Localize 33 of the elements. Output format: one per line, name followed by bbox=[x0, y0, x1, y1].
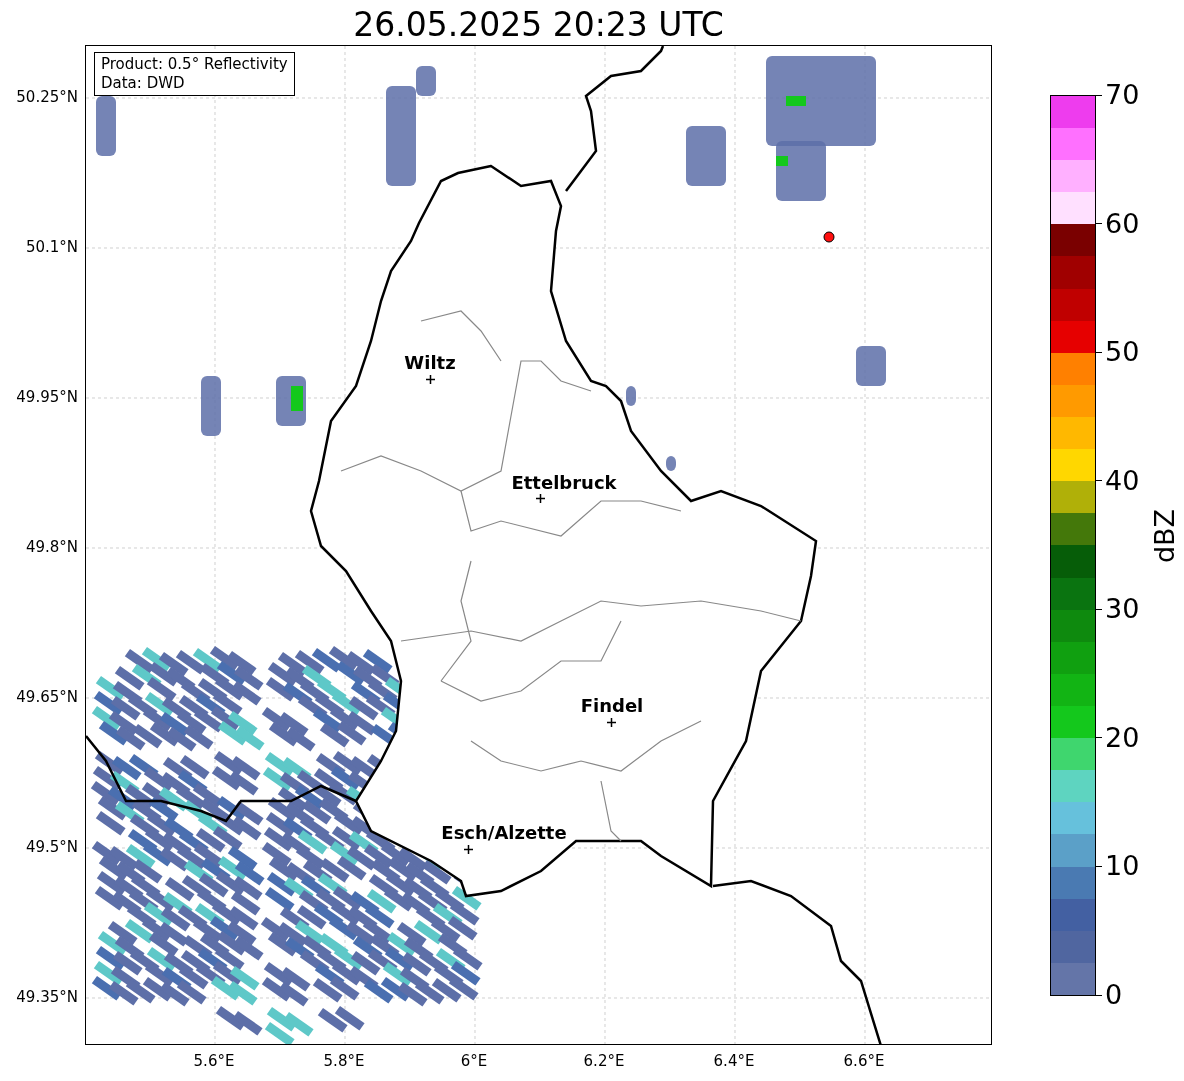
longitude-label: 6°E bbox=[459, 1052, 489, 1070]
latitude-label: 49.95°N bbox=[15, 388, 78, 406]
latitude-label: 49.35°N bbox=[15, 988, 78, 1006]
city-marker-icon bbox=[607, 718, 616, 727]
city-marker-icon bbox=[536, 494, 545, 503]
city-label: Findel bbox=[580, 696, 644, 716]
longitude-label: 5.6°E bbox=[192, 1052, 236, 1070]
colorbar-tick-label: 70 bbox=[1105, 80, 1140, 110]
colorbar-tick-label: 40 bbox=[1105, 465, 1140, 496]
info-text: Product: 0.5° Reflectivity bbox=[101, 55, 288, 74]
city-marker-icon bbox=[426, 375, 435, 384]
colorbar-tick-label: 10 bbox=[1105, 851, 1140, 882]
info-text: Data: DWD bbox=[101, 74, 186, 93]
latitude-label: 49.5°N bbox=[24, 838, 78, 856]
city-marker-icon bbox=[464, 845, 473, 854]
colorbar-tick-label: 0 bbox=[1105, 980, 1123, 1010]
longitude-label: 5.8°E bbox=[322, 1052, 366, 1070]
city-label: Wiltz bbox=[404, 353, 456, 373]
longitude-label: 6.4°E bbox=[712, 1052, 756, 1070]
latitude-label: 50.1°N bbox=[24, 238, 78, 256]
colorbar-tick-label: 30 bbox=[1105, 594, 1140, 625]
colorbar-tick-label: 60 bbox=[1105, 208, 1140, 239]
latitude-label: 49.8°N bbox=[24, 538, 78, 556]
colorbar-tick-label: 50 bbox=[1105, 337, 1140, 368]
longitude-label: 6.6°E bbox=[842, 1052, 886, 1070]
colorbar-label: dBZ bbox=[1149, 508, 1182, 564]
longitude-label: 6.2°E bbox=[582, 1052, 626, 1070]
city-label: Esch/Alzette bbox=[441, 823, 567, 843]
chart-title: 26.05.2025 20:23 UTC bbox=[352, 4, 725, 46]
latitude-label: 49.65°N bbox=[15, 688, 78, 706]
latitude-label: 50.25°N bbox=[15, 88, 78, 106]
colorbar-tick-label: 20 bbox=[1105, 722, 1140, 753]
city-label: Ettelbruck bbox=[511, 473, 617, 493]
